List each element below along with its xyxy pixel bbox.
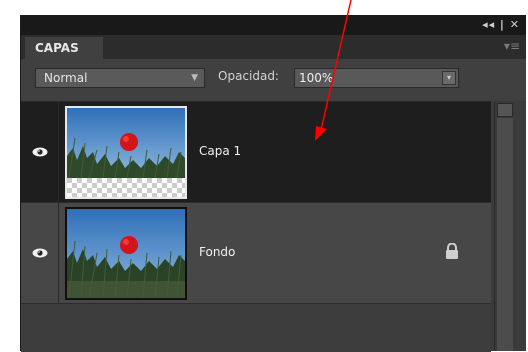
annotation-arrow: [315, 0, 352, 141]
